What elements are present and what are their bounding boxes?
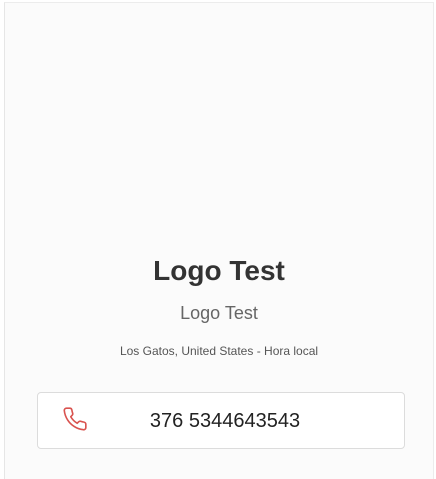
company-subtitle: Logo Test — [180, 303, 258, 323]
phone-icon — [63, 407, 87, 431]
phone-number: 376 5344643543 — [149, 410, 301, 432]
company-name: Logo Test — [153, 255, 285, 286]
logo-area — [5, 3, 433, 243]
location-text: Los Gatos, United States - Hora local — [119, 344, 319, 358]
phone-button[interactable]: 376 5344643543 — [37, 392, 405, 449]
profile-card: Logo Test Logo Test Los Gatos, United St… — [4, 2, 434, 479]
